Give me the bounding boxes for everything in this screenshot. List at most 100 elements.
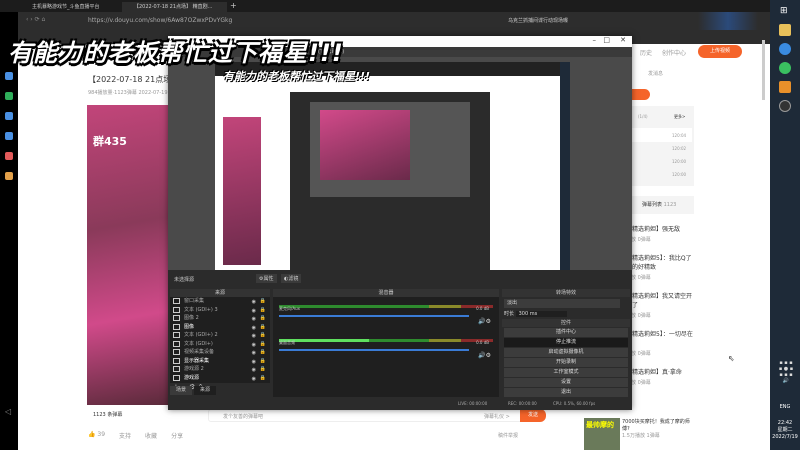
source-item[interactable]: 图像 ◉ 🔒 (170, 323, 270, 332)
source-item[interactable]: 文本 (GDI+) 2 ◉ 🔒 (170, 331, 270, 340)
browser-skin-art (698, 12, 758, 30)
properties-button[interactable]: ⚙属性 (256, 274, 277, 283)
tab-sources[interactable]: 来源 (194, 386, 216, 395)
app-icon[interactable] (5, 72, 13, 80)
source-item[interactable]: 图像 2 ◉ 🔒 (170, 314, 270, 323)
source-item[interactable]: 文本 (GDI+) 3 ◉ 🔒 (170, 306, 270, 315)
player-banner: 群435 (93, 135, 127, 148)
tray-icons[interactable]: ▪ ▪ ▪ ▪ ● ▪ ▪ ▪ ▪ 🔊 (772, 360, 800, 384)
scrollbar[interactable] (762, 40, 765, 100)
list-item[interactable]: 【精选莉妲】我又请空开人了 播放 0弹幕 (626, 291, 696, 319)
control-button[interactable]: 设置 (504, 378, 628, 387)
obs-status-bar: LIVE: 00:00:00 REC: 00:00:00 CPU: 0.5%, … (168, 397, 632, 410)
url-field[interactable]: https://v.douyu.com/show/6Aw87OZwxPDvYGk… (88, 17, 232, 24)
report-link[interactable]: 稿件举报 (498, 432, 518, 439)
collapse-icon[interactable]: ◁ (5, 407, 11, 416)
playlist-duration[interactable]: 120:02 (672, 146, 686, 151)
browser-icon[interactable] (779, 43, 791, 55)
explorer-icon[interactable] (779, 24, 791, 36)
obs-icon[interactable] (779, 100, 791, 112)
control-button[interactable]: 工作室模式 (504, 368, 628, 377)
support-button[interactable]: 支持 (119, 431, 131, 440)
control-button[interactable]: 启动虚拟摄像机 (504, 348, 628, 357)
lock-icon[interactable]: 🔒 (260, 297, 266, 306)
app-icon[interactable] (5, 132, 13, 140)
playlist-duration[interactable]: 120:00 (672, 172, 686, 177)
close-button[interactable]: ✕ (620, 36, 626, 44)
danmu-input[interactable]: 发个友善的弹幕吧 弹幕礼仪 > (208, 409, 538, 422)
lock-icon[interactable]: 🔒 (260, 314, 266, 323)
lock-icon[interactable]: 🔒 (260, 323, 266, 332)
creator-center-link[interactable]: 创作中心 (662, 48, 686, 57)
source-name: 显示器采集 (184, 357, 210, 364)
tab-2[interactable]: 【2022-07-18 21点场】 精直剧... (122, 2, 227, 12)
list-item[interactable]: 7000块买摩托！我成了摩的师傅? 1.5万播放 1弹幕 (622, 418, 692, 439)
speaker-gear-icon[interactable]: 🔊⚙ (478, 352, 491, 359)
control-button[interactable]: 停止推流 (504, 338, 628, 347)
source-type-icon (173, 323, 180, 330)
playlist-duration[interactable]: 120:04 (672, 133, 686, 138)
language-indicator[interactable]: ENG (770, 404, 800, 410)
favorite-button[interactable]: 收藏 (145, 431, 157, 440)
lock-icon[interactable]: 🔒 (260, 331, 266, 340)
obs-preview[interactable]: 有能力的老板帮忙过下福星!!! (168, 57, 632, 270)
list-item[interactable]: 【精选莉妲5】：我比Q了脑的好精致 播放 0弹幕 (626, 253, 696, 281)
app-icon[interactable] (5, 152, 13, 160)
source-item[interactable]: 显示器采集 ◉ 🔒 (170, 357, 270, 366)
tab-scenes[interactable]: 场景 (170, 386, 192, 395)
source-item[interactable]: 视频采集设备 ◉ 🔒 (170, 348, 270, 357)
app-icon[interactable] (5, 172, 13, 180)
list-item[interactable]: 【精选莉妲】强无敌 播放 0弹幕 (626, 224, 696, 243)
minimize-button[interactable]: – (593, 36, 597, 44)
back-icon[interactable]: ‹ › ⟳ ⌂ (26, 16, 45, 23)
playlist-more[interactable]: 更多> (674, 114, 685, 120)
maximize-button[interactable]: □ (603, 36, 610, 44)
source-item[interactable]: 游戏源 2 ◉ 🔒 (170, 365, 270, 374)
lock-icon[interactable]: 🔒 (260, 340, 266, 349)
send-button[interactable]: 发送 (520, 409, 546, 422)
control-button[interactable]: 退出 (504, 388, 628, 397)
danmu-list-tab[interactable]: 弹幕列表 1123 (632, 196, 694, 214)
lock-icon[interactable]: 🔒 (260, 365, 266, 374)
list-item[interactable]: 【精选莉妲】真·拿命 播放 0弹幕 (626, 367, 696, 386)
app-icon[interactable] (5, 92, 13, 100)
playlist-duration[interactable]: 120:00 (672, 159, 686, 164)
history-link[interactable]: 历史 (640, 48, 652, 57)
lock-icon[interactable]: 🔒 (260, 306, 266, 315)
danmu-placeholder: 发个友善的弹幕吧 (223, 414, 264, 420)
lock-icon[interactable]: 🔒 (260, 348, 266, 357)
lock-icon[interactable]: 🔒 (260, 357, 266, 366)
volume-slider[interactable] (279, 315, 469, 317)
transition-select[interactable]: 淡出 (504, 299, 620, 308)
app-icon[interactable] (779, 81, 791, 93)
new-tab-button[interactable]: + (230, 1, 237, 10)
duration-input[interactable]: 300 ms (515, 311, 568, 317)
share-button[interactable]: 分享 (171, 431, 183, 440)
clock[interactable]: 22:42 星期二 2022/7/19 (770, 420, 800, 441)
speaker-gear-icon[interactable]: 🔊⚙ (478, 318, 491, 325)
list-item[interactable]: 【精选莉妲5】：一切尽在掌播放 0弹幕 (626, 329, 696, 357)
control-button[interactable]: 开始录制 (504, 358, 628, 367)
etiquette-link[interactable]: 弹幕礼仪 > (484, 413, 510, 420)
control-button[interactable]: 插件中心 (504, 328, 628, 337)
source-item[interactable]: 文本 (GDI+) ◉ 🔒 (170, 340, 270, 349)
follow-button[interactable] (632, 89, 650, 100)
filters-button[interactable]: ◐滤镜 (281, 274, 302, 283)
windows-start-icon[interactable]: ⊞ (780, 6, 788, 16)
search-suggestion[interactable]: 乌克兰抓捕间谍行动现场曝 (508, 17, 568, 24)
eye-icon[interactable]: ◉ (252, 375, 256, 384)
like-button[interactable]: 👍 39 (88, 431, 105, 440)
upload-button[interactable]: 上传视频 (698, 45, 742, 58)
video-thumbnail[interactable]: 最帅摩的 (584, 418, 620, 450)
tab-1[interactable]: 主机暴略游戏节_斗鱼直播平台 (20, 2, 120, 12)
app-icon[interactable] (5, 112, 13, 120)
source-item[interactable]: 窗口采集 ◉ 🔒 (170, 297, 270, 306)
source-type-icon (173, 374, 180, 381)
volume-slider[interactable] (279, 349, 469, 351)
video-player[interactable]: 群435 (87, 105, 171, 405)
wechat-icon[interactable] (779, 62, 791, 74)
nested-title: 有能力的老板帮忙过下福星!!! (223, 70, 371, 83)
message-link[interactable]: 发消息 (648, 70, 663, 77)
source-item[interactable]: 游戏源 ◉ 🔒 (170, 374, 270, 383)
lock-icon[interactable]: 🔒 (260, 374, 266, 383)
